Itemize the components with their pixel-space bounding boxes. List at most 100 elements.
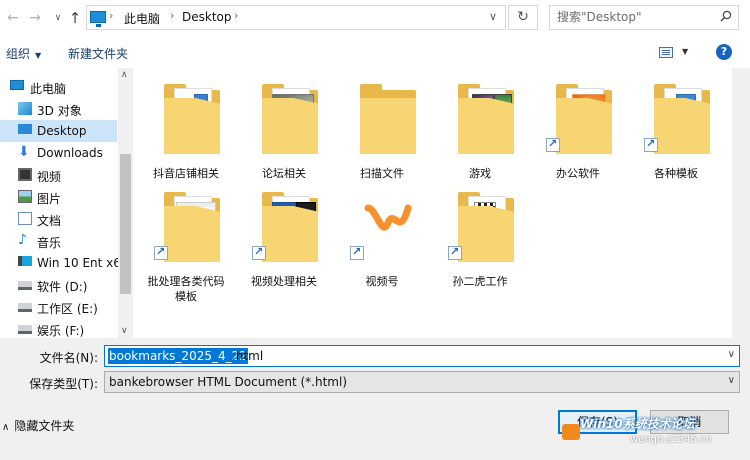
nav-item-pictures[interactable]: 图片	[0, 186, 117, 208]
nav-item-videos[interactable]: 视频	[0, 164, 117, 186]
breadcrumb-separator-icon[interactable]: ›	[109, 9, 113, 22]
nav-item-windows-drive[interactable]: Win 10 Ent x64	[0, 252, 129, 274]
shortcut-arrow-icon	[644, 137, 658, 152]
drive-icon	[18, 281, 32, 290]
file-label: 视频号	[365, 275, 399, 288]
breadcrumb-desktop[interactable]: Desktop	[182, 10, 232, 24]
file-item-office-software[interactable]: 办公软件	[530, 72, 626, 184]
folder-icon	[458, 84, 514, 154]
save-button[interactable]: 保存(S)	[558, 410, 637, 434]
nav-item-drive-d[interactable]: 软件 (D:)	[0, 274, 117, 296]
file-label: 办公软件	[556, 167, 600, 180]
file-item-templates[interactable]: 各种模板	[628, 72, 724, 184]
filename-extension: .html	[232, 349, 264, 363]
cancel-button[interactable]: 取消	[650, 410, 729, 434]
filetype-value: bankebrowser HTML Document (*.html)	[109, 375, 348, 389]
drive-icon	[18, 303, 32, 312]
breadcrumb-separator-icon[interactable]: ›	[170, 9, 174, 22]
file-label: 孙二虎工作	[452, 275, 508, 288]
new-folder-button[interactable]: 新建文件夹	[68, 45, 128, 62]
shortcut-arrow-icon	[350, 245, 364, 260]
file-item-forum[interactable]: 论坛相关	[236, 72, 332, 184]
nav-item-music[interactable]: ♪ 音乐	[0, 230, 117, 252]
filetype-select[interactable]: bankebrowser HTML Document (*.html) ∨	[104, 371, 740, 393]
nav-item-label: Downloads	[37, 146, 103, 160]
file-list-pane: 抖音店铺相关 论坛相关 扫描文件 游戏 ↗ 办公软件 ↗ 各种模板 ↗ 批处理各…	[136, 68, 750, 338]
view-options-icon[interactable]	[659, 47, 673, 58]
computer-icon	[10, 80, 24, 90]
up-arrow-icon[interactable]: ↑	[66, 9, 84, 27]
nav-item-label: 工作区 (E:)	[37, 302, 98, 316]
file-item-games[interactable]: 游戏	[432, 72, 528, 184]
search-box[interactable]	[549, 5, 739, 30]
back-arrow-icon[interactable]: ←	[4, 9, 22, 27]
nav-item-label: 视频	[37, 170, 62, 184]
folder-icon	[262, 192, 318, 262]
scroll-down-chevron-icon[interactable]: ∨	[121, 326, 128, 336]
computer-icon	[90, 11, 106, 27]
video-icon	[18, 168, 32, 181]
folder-icon	[262, 84, 318, 154]
file-item-douyin-store[interactable]: 抖音店铺相关	[138, 72, 234, 184]
filename-history-chevron-icon[interactable]: ∨	[728, 349, 735, 360]
filename-label: 文件名(N):	[39, 351, 98, 365]
file-label: 扫描文件	[360, 167, 404, 180]
file-label: 批处理各类代码 模板	[138, 274, 234, 304]
folder-icon	[164, 192, 220, 262]
nav-item-drive-e[interactable]: 工作区 (E:)	[0, 296, 117, 318]
filename-input[interactable]: bookmarks_2025_4_22 .html ∨	[104, 345, 740, 367]
shortcut-arrow-icon	[154, 245, 168, 260]
breadcrumb-separator-icon[interactable]: ›	[234, 9, 238, 22]
file-item-wechat-channels[interactable]: 视频号	[334, 180, 430, 292]
refresh-button[interactable]: ↻	[508, 5, 538, 30]
recent-locations-chevron-icon[interactable]: ∨	[49, 9, 67, 27]
search-input[interactable]	[550, 6, 710, 28]
file-item-video-processing[interactable]: 视频处理相关	[236, 180, 332, 292]
help-icon[interactable]: ?	[716, 44, 732, 60]
nav-item-3d-objects[interactable]: 3D 对象	[0, 98, 117, 120]
forward-arrow-icon[interactable]: →	[26, 9, 44, 27]
hide-folders-toggle[interactable]: ∧ 隐藏文件夹	[2, 417, 74, 434]
file-label: 论坛相关	[262, 167, 306, 180]
file-list-scrollbar[interactable]	[732, 68, 750, 338]
folder-icon	[458, 192, 514, 262]
shortcut-arrow-icon	[448, 245, 462, 260]
nav-item-label: 图片	[37, 192, 62, 206]
breadcrumb-this-pc[interactable]: 此电脑	[124, 10, 160, 27]
nav-item-label: Win 10 Ent x64	[37, 256, 129, 270]
organize-button[interactable]: 组织 ▼	[6, 45, 41, 62]
command-bar: 组织 ▼ 新建文件夹 ▼ ?	[0, 38, 750, 66]
nav-item-documents[interactable]: 文档	[0, 208, 117, 230]
organize-label: 组织	[6, 47, 31, 61]
filetype-chevron-icon[interactable]: ∨	[728, 375, 735, 386]
nav-item-desktop[interactable]: Desktop	[0, 120, 117, 142]
folder-icon	[654, 84, 710, 154]
file-label: 各种模板	[654, 167, 698, 180]
hide-folders-label: 隐藏文件夹	[14, 419, 75, 433]
address-dropdown-chevron-icon[interactable]: ∨	[489, 10, 497, 23]
file-label: 视频处理相关	[251, 275, 317, 288]
shortcut-arrow-icon	[252, 245, 266, 260]
address-bar[interactable]: › 此电脑 › Desktop › ∨	[86, 5, 506, 30]
folder-icon	[164, 84, 220, 154]
nav-item-label: 3D 对象	[37, 104, 82, 118]
file-item-sun-erhu-work[interactable]: 孙二虎工作	[432, 180, 528, 292]
nav-item-downloads[interactable]: ⬇ Downloads	[0, 142, 117, 164]
desktop-icon	[18, 124, 32, 134]
nav-pane-scrollbar[interactable]: ∧ ∨	[118, 68, 133, 338]
pictures-icon	[18, 190, 32, 203]
file-item-scan[interactable]: 扫描文件	[334, 72, 430, 184]
nav-item-label: Desktop	[37, 124, 87, 138]
file-item-batch-code[interactable]: 批处理各类代码模板	[138, 180, 234, 303]
nav-item-label: 此电脑	[30, 82, 67, 96]
file-label: 抖音店铺相关	[153, 167, 219, 180]
nav-item-label: 软件 (D:)	[37, 280, 88, 294]
nav-scroll-thumb[interactable]	[120, 154, 131, 294]
nav-item-drive-f[interactable]: 娱乐 (F:)	[0, 318, 117, 338]
address-row: ← → ∨ ↑ › 此电脑 › Desktop › ∨ ↻	[0, 0, 750, 36]
view-dropdown-caret-icon[interactable]: ▼	[682, 47, 688, 56]
nav-item-this-pc[interactable]: 此电脑	[0, 76, 117, 98]
filetype-label: 保存类型(T):	[29, 377, 98, 391]
scroll-up-chevron-icon[interactable]: ∧	[121, 70, 128, 80]
nav-item-label: 文档	[37, 214, 62, 228]
